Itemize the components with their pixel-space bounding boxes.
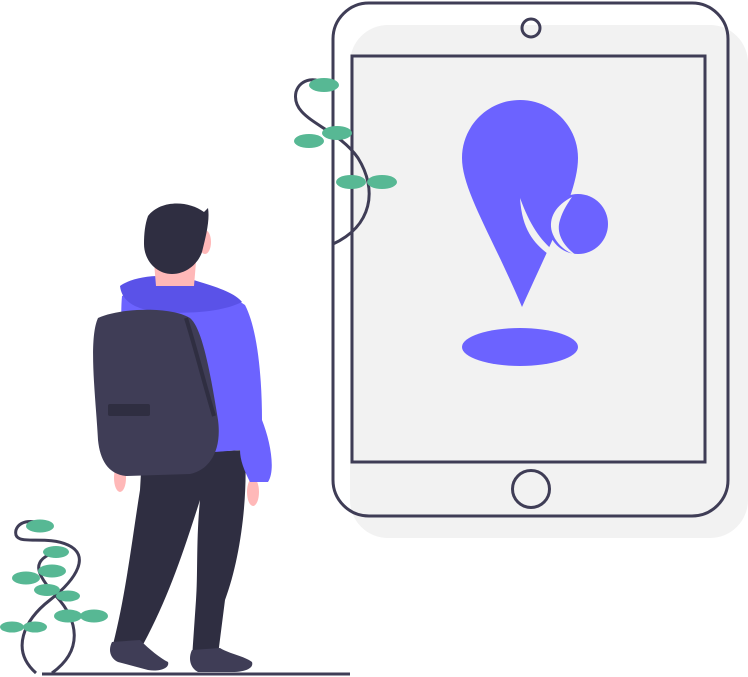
leaf	[43, 546, 69, 558]
leaf	[26, 519, 54, 533]
leaf	[0, 621, 24, 633]
leaf	[34, 584, 60, 596]
pants	[112, 450, 246, 658]
illustration-scene	[0, 1, 748, 676]
left-shoe	[110, 640, 169, 671]
leaf	[294, 134, 324, 148]
person-figure	[93, 203, 272, 672]
head-hair	[144, 203, 209, 274]
backpack-pocket	[108, 404, 150, 416]
right-hand	[247, 478, 259, 506]
right-shoe	[190, 648, 253, 672]
leaf	[336, 175, 366, 189]
leaf	[309, 78, 339, 92]
leaf	[367, 175, 397, 189]
leaf	[23, 621, 47, 633]
tablet-icon	[331, 1, 748, 538]
leaf	[12, 571, 40, 585]
leaf	[80, 609, 108, 623]
leaf	[56, 590, 80, 602]
leaf	[38, 564, 66, 578]
leaf	[54, 609, 82, 623]
leaf	[322, 126, 352, 140]
map-shadow-icon	[462, 328, 578, 366]
plant-icon	[0, 519, 108, 675]
